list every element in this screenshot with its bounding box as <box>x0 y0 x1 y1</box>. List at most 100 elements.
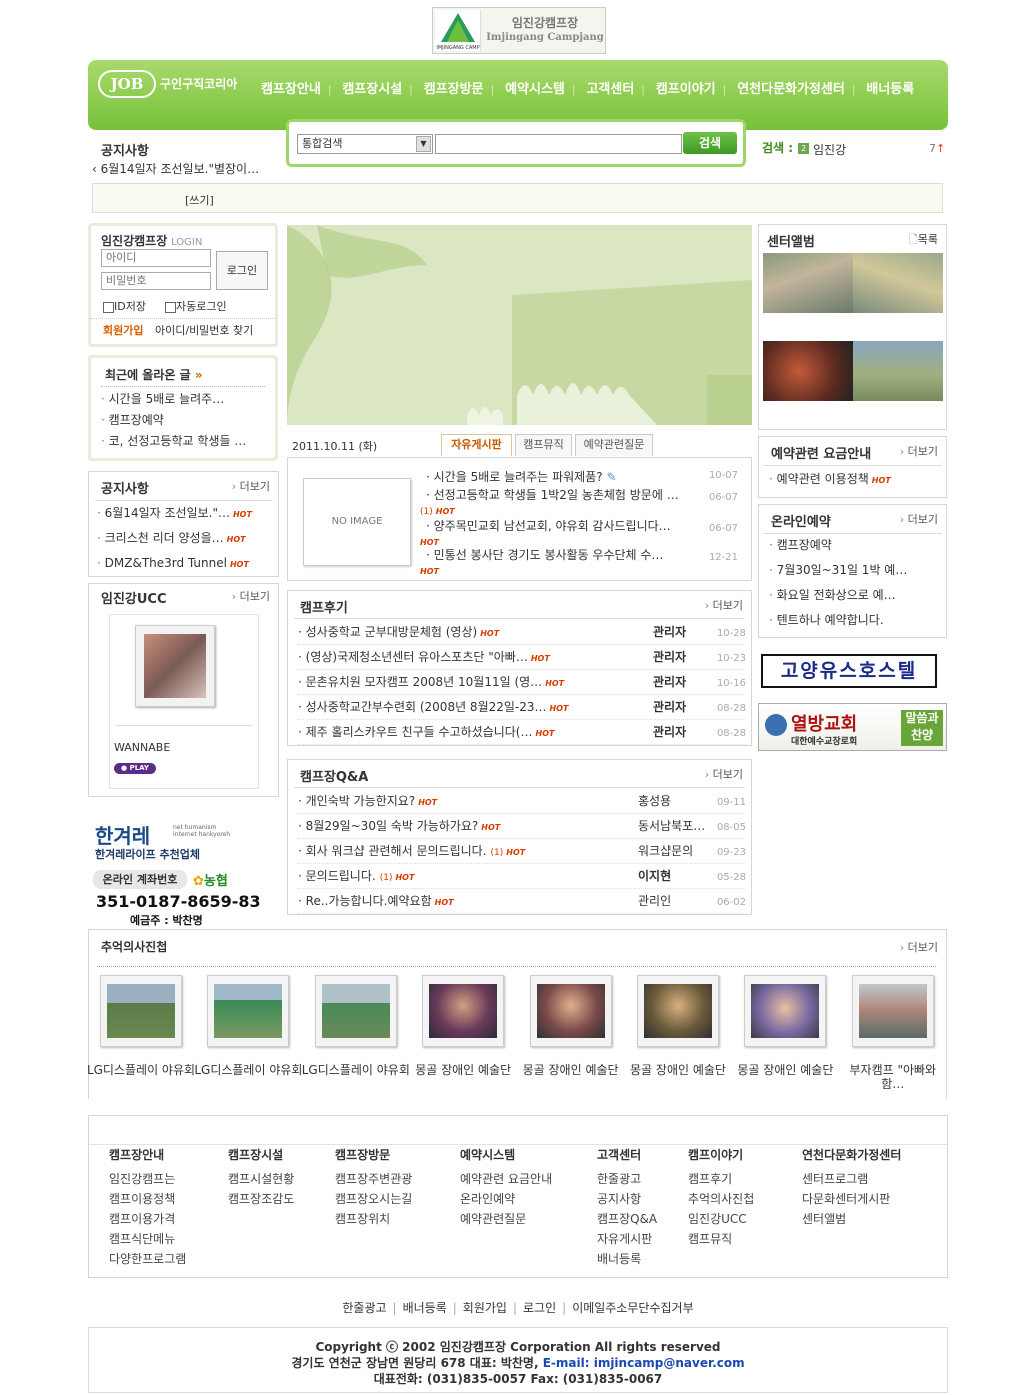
album-photo[interactable] <box>763 253 853 313</box>
list-item[interactable]: 예약관련 이용정책HOT <box>769 467 939 492</box>
footer-link[interactable]: 예약관련 요금안내 <box>460 1169 552 1189</box>
footer-link[interactable]: 다문화센터게시판 <box>802 1189 901 1209</box>
memory-photo[interactable] <box>851 975 934 1047</box>
tab-free-board[interactable]: 자유게시판 <box>441 434 512 456</box>
footer-col-title[interactable]: 연천다문화가정센터 <box>802 1146 901 1163</box>
footer-link[interactable]: 캠프이용가격 <box>109 1209 186 1229</box>
nav-camp-visit[interactable]: 캠프장방문 <box>424 82 484 97</box>
footer-link[interactable]: 캠프이용정책 <box>109 1189 186 1209</box>
footer-link[interactable]: 공지사항 <box>597 1189 657 1209</box>
jobkorea-logo[interactable]: JOB 구인구직코리아 <box>98 70 243 98</box>
list-item[interactable]: 6월14일자 조선일보."…HOT <box>97 501 273 526</box>
nav-multicultural[interactable]: 연천다문화가정센터 <box>737 82 845 97</box>
bottom-link[interactable]: 회원가입 <box>463 1301 507 1315</box>
photo-caption[interactable]: LG디스플레이 야유회 <box>193 1063 303 1077</box>
nav-customer-center[interactable]: 고객센터 <box>586 82 634 97</box>
login-pw-input[interactable] <box>101 272 211 290</box>
join-link[interactable]: 회원가입 <box>103 322 143 338</box>
footer-link[interactable]: 캠프장조감도 <box>228 1189 294 1209</box>
table-row[interactable]: · 시간을 5배로 늘려주는 파워제품? ✎ 10-07 <box>426 468 746 488</box>
search-button[interactable]: 검색 <box>683 132 737 154</box>
album-photo[interactable] <box>763 341 853 401</box>
footer-link[interactable]: 임진강캠프는 <box>109 1169 186 1189</box>
album-more-link[interactable]: 🗋목록 <box>909 231 938 250</box>
memory-photo[interactable] <box>422 975 505 1047</box>
search-input[interactable] <box>435 134 682 154</box>
footer-link[interactable]: 캠프후기 <box>688 1169 754 1189</box>
ucc-play-button[interactable]: ● PLAY <box>114 763 156 774</box>
table-row[interactable]: · (영상)국제청소년센터 유아스포츠단 "아빠… HOT 관리자 10-23 <box>298 645 746 670</box>
photo-caption[interactable]: 몽골 장애인 예술단 <box>623 1063 733 1077</box>
footer-col-title[interactable]: 고객센터 <box>597 1146 657 1163</box>
footer-link[interactable]: 캠프장Q&A <box>597 1209 657 1229</box>
footer-link[interactable]: 예약관련질문 <box>460 1209 552 1229</box>
photo-caption[interactable]: 부자캠프 "아빠와 함… <box>838 1063 948 1091</box>
tab-reservation-qna[interactable]: 예약관련질문 <box>575 434 653 456</box>
login-id-input[interactable] <box>101 249 211 267</box>
tab-camp-music[interactable]: 캠프뮤직 <box>515 434 572 456</box>
footer-link[interactable]: 캠프장주변관광 <box>335 1169 412 1189</box>
bottom-link[interactable]: 로그인 <box>523 1301 556 1315</box>
table-row[interactable]: · 문의드립니다. (1) HOT 이지현 05-28 <box>298 864 746 889</box>
footer-link[interactable]: 추억의사진첩 <box>688 1189 754 1209</box>
footer-col-title[interactable]: 캠프이야기 <box>688 1146 754 1163</box>
footer-link[interactable]: 캠프장오시는길 <box>335 1189 412 1209</box>
memory-photo[interactable] <box>100 975 182 1047</box>
table-row[interactable]: · 성사중학교간부수련회 (2008년 8월22일-23… HOT 관리자 08-28 <box>298 695 746 720</box>
footer-link[interactable]: 캠프시설현황 <box>228 1169 294 1189</box>
nav-reservation[interactable]: 예약시스템 <box>505 82 565 97</box>
list-item[interactable]: 크리스천 리더 양성을…HOT <box>97 526 273 551</box>
album-photo[interactable] <box>853 253 943 313</box>
photo-caption[interactable]: LG디스플레이 야유회 <box>86 1063 196 1077</box>
footer-col-title[interactable]: 캠프장방문 <box>335 1146 412 1163</box>
ucc-more-link[interactable]: 더보기 <box>232 588 270 604</box>
find-account-link[interactable]: 아이디/비밀번호 찾기 <box>155 322 253 338</box>
save-id-checkbox[interactable]: ID저장 <box>103 298 146 314</box>
table-row[interactable]: · 8월29일~30일 숙박 가능하가요? HOT 동서남북포… 08-05 <box>298 814 746 839</box>
list-item[interactable]: 캠프장예약 <box>769 533 939 558</box>
footer-col-title[interactable]: 캠프장안내 <box>109 1146 186 1163</box>
hani-banner[interactable]: 한겨레 net humanism internet hankyoreh 한겨레라… <box>95 820 265 862</box>
photo-caption[interactable]: 몽골 장애인 예술단 <box>730 1063 840 1077</box>
table-row[interactable]: · 제주 홀리스카우트 친구들 수고하셨습니다(… HOT 관리자 08-28 <box>298 720 746 745</box>
online-more-link[interactable]: 더보기 <box>900 511 938 527</box>
email-link[interactable]: E-mail: imjincamp@naver.com <box>543 1356 745 1370</box>
list-item[interactable]: 시간을 5배로 늘려주… <box>101 389 267 410</box>
memory-photo[interactable] <box>529 975 612 1047</box>
footer-link[interactable]: 캠프식단메뉴 <box>109 1229 186 1249</box>
notice-more-link[interactable]: 더보기 <box>232 478 270 494</box>
table-row[interactable]: · 양주목민교회 남선교회, 야유회 감사드립니다… HOT 06-07 <box>420 517 746 547</box>
photo-caption[interactable]: 몽골 장애인 예술단 <box>516 1063 626 1077</box>
bottom-link[interactable]: 한줄광고 <box>342 1301 386 1315</box>
list-item[interactable]: 7월30일~31일 1박 예… <box>769 558 939 583</box>
memory-more-link[interactable]: 더보기 <box>900 939 938 955</box>
church-banner[interactable]: 열방교회 대한예수교장로회 말씀과 찬양 <box>758 703 947 751</box>
list-item[interactable]: 캠프장예약 <box>101 410 267 431</box>
table-row[interactable]: · Re..가능합니다.예약요함 HOT 관리인 06-02 <box>298 889 746 914</box>
footer-link[interactable]: 온라인예약 <box>460 1189 552 1209</box>
nav-camp-facility[interactable]: 캠프장시설 <box>342 82 402 97</box>
notice-top-item[interactable]: ‹ 6월14일자 조선일보."별장이… <box>92 160 259 177</box>
table-row[interactable]: · 선정고등학교 학생들 1박2일 농촌체험 방문에 … (1) HOT 06-07 <box>420 486 746 518</box>
ucc-name[interactable]: WANNABE <box>114 741 170 754</box>
bottom-link[interactable]: 이메일주소무단수집거부 <box>572 1301 693 1315</box>
footer-link[interactable]: 배너등록 <box>597 1249 657 1269</box>
list-item[interactable]: 화요일 전화상으로 예… <box>769 583 939 608</box>
nav-banner[interactable]: 배너등록 <box>866 82 914 97</box>
list-item[interactable]: 텐트하나 예약합니다. <box>769 608 939 633</box>
bottom-link[interactable]: 배너등록 <box>403 1301 447 1315</box>
table-row[interactable]: · 문촌유치원 모자캠프 2008년 10월11일 (영… HOT 관리자 10-16 <box>298 670 746 695</box>
footer-link[interactable]: 캠프뮤직 <box>688 1229 754 1249</box>
qna-more-link[interactable]: 더보기 <box>705 766 743 782</box>
write-link[interactable]: [쓰기] <box>185 192 214 208</box>
memory-photo[interactable] <box>637 975 719 1047</box>
list-item[interactable]: DMZ&The3rd TunnelHOT <box>97 551 273 576</box>
fee-more-link[interactable]: 더보기 <box>900 443 938 459</box>
table-row[interactable]: · 개인숙박 가능한지요? HOT 홍성용 09-11 <box>298 789 746 814</box>
footer-col-title[interactable]: 캠프장시설 <box>228 1146 294 1163</box>
footer-link[interactable]: 센터앨범 <box>802 1209 901 1229</box>
table-row[interactable]: · 회사 워크샵 관련해서 문의드립니다. (1) HOT 워크샵문의 09-23 <box>298 839 746 864</box>
footer-link[interactable]: 자유게시판 <box>597 1229 657 1249</box>
footer-col-title[interactable]: 예약시스템 <box>460 1146 552 1163</box>
nav-camp-story[interactable]: 캠프이야기 <box>656 82 716 97</box>
